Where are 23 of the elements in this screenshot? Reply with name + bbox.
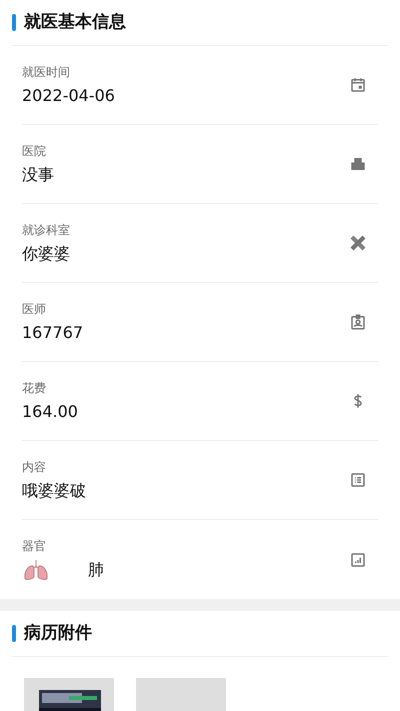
chart-icon — [349, 550, 367, 568]
section-title: 病历附件 — [24, 622, 92, 645]
accent-bar — [12, 14, 16, 31]
calendar-icon — [349, 76, 367, 94]
list-icon — [349, 471, 367, 489]
field-value: 164.00 — [22, 400, 79, 422]
section-title: 就医基本信息 — [24, 10, 126, 34]
field-label: 医院 — [22, 142, 47, 160]
field-value: 没事 — [22, 164, 55, 186]
field-label: 器官 — [22, 538, 47, 555]
field-label: 花费 — [22, 380, 47, 396]
field-label: 内容 — [22, 458, 47, 476]
lungs-icon — [22, 558, 50, 582]
field-label: 就诊科室 — [22, 222, 71, 238]
field-value: 哦婆婆破 — [22, 480, 87, 502]
field-label: 就医时间 — [22, 64, 71, 80]
field-label: 医师 — [22, 300, 47, 318]
accent-bar — [12, 625, 16, 642]
field-value: 2022-04-06 — [22, 84, 116, 106]
field-value: 167767 — [22, 322, 84, 344]
field-value: 你婆婆 — [22, 242, 71, 264]
id-badge-icon — [349, 313, 367, 331]
field-value: 肺 — [88, 559, 104, 581]
